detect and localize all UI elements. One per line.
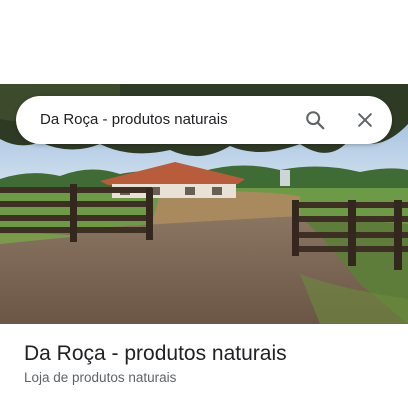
clear-search-button[interactable] — [349, 104, 381, 136]
search-icon — [306, 111, 325, 130]
place-name[interactable]: Da Roça - produtos naturais — [24, 342, 287, 366]
search-button[interactable] — [299, 104, 331, 136]
search-query-text[interactable]: Da Roça - produtos naturais — [40, 96, 228, 144]
search-bar[interactable]: Da Roça - produtos naturais — [16, 96, 392, 144]
close-icon — [358, 113, 372, 127]
place-category: Loja de produtos naturais — [24, 370, 177, 385]
